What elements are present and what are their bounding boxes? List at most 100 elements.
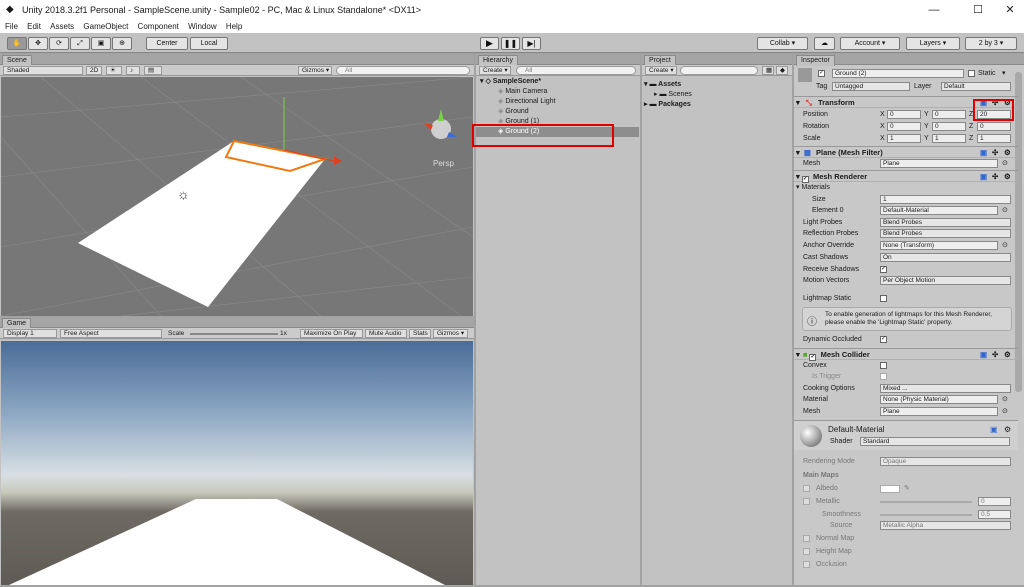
help-icon[interactable]: ▣: [980, 171, 987, 182]
light-probes-dropdown[interactable]: Blend Probes: [880, 218, 1011, 227]
audio-icon[interactable]: ♪: [126, 66, 140, 75]
settings-gear-icon[interactable]: ⚙: [1004, 147, 1011, 158]
rotation-x-field[interactable]: 0: [887, 122, 921, 131]
scale-y-field[interactable]: 1: [932, 134, 966, 143]
scale-x-field[interactable]: 1: [887, 134, 921, 143]
menu-component[interactable]: Component: [138, 20, 179, 33]
scene-gizmos-dropdown[interactable]: Gizmos ▾: [298, 66, 332, 75]
settings-gear-icon[interactable]: ⚙: [1004, 425, 1011, 434]
shading-dropdown[interactable]: Shaded: [3, 66, 83, 75]
normal-map-slot[interactable]: [803, 535, 810, 542]
project-assets[interactable]: ▾ ▬ Assets: [642, 80, 790, 90]
receive-shadows-checkbox[interactable]: ✓: [880, 266, 887, 273]
cooking-options-dropdown[interactable]: Mixed ...: [880, 384, 1011, 393]
eyedropper-icon[interactable]: ✎: [904, 483, 910, 494]
mesh-filter-header[interactable]: ▾ ▦ Plane (Mesh Filter) ▣ ✣ ⚙: [794, 146, 1018, 158]
close-button[interactable]: ✕: [994, 0, 1024, 20]
mesh-collider-header[interactable]: ▾ ■ ✓ Mesh Collider ▣ ✣ ⚙: [794, 348, 1018, 361]
materials-row[interactable]: ▾ Materials: [794, 182, 1018, 193]
rendering-mode-dropdown[interactable]: Opaque: [880, 457, 1011, 466]
maximize-button[interactable]: ☐: [962, 0, 994, 20]
height-map-slot[interactable]: [803, 548, 810, 555]
transform-tool-icon[interactable]: ⊕: [112, 37, 132, 50]
collider-mesh-field[interactable]: Plane: [880, 407, 998, 416]
smoothness-slider[interactable]: [880, 514, 972, 516]
menu-edit[interactable]: Edit: [27, 20, 41, 33]
position-x-field[interactable]: 0: [887, 110, 921, 119]
lightmap-static-checkbox[interactable]: [880, 295, 887, 302]
move-tool-icon[interactable]: ✥: [28, 37, 48, 50]
size-field[interactable]: 1: [880, 195, 1011, 204]
step-button[interactable]: ▶|: [522, 37, 541, 50]
convex-checkbox[interactable]: [880, 362, 887, 369]
game-gizmos-dropdown[interactable]: Gizmos ▾: [433, 329, 468, 338]
label-icon[interactable]: ◆: [776, 66, 788, 75]
reflection-probes-dropdown[interactable]: Blend Probes: [880, 229, 1011, 238]
help-icon[interactable]: ▣: [980, 349, 987, 360]
mesh-renderer-header[interactable]: ▾ ✓ Mesh Renderer ▣ ✣ ⚙: [794, 170, 1018, 183]
anchor-override-field[interactable]: None (Transform): [880, 241, 998, 250]
rotation-y-field[interactable]: 0: [932, 122, 966, 131]
tag-dropdown[interactable]: Untagged: [832, 82, 910, 91]
pause-button[interactable]: ❚❚: [501, 37, 520, 50]
pivot-local-button[interactable]: Local: [190, 37, 228, 50]
object-picker-icon[interactable]: ⊙: [1002, 205, 1008, 216]
menu-file[interactable]: File: [5, 20, 18, 33]
shader-dropdown[interactable]: Standard: [860, 437, 1010, 446]
is-trigger-checkbox[interactable]: [880, 373, 887, 380]
albedo-color-swatch[interactable]: [880, 485, 900, 493]
display-dropdown[interactable]: Display 1: [3, 329, 57, 338]
collider-material-field[interactable]: None (Physic Material): [880, 395, 998, 404]
hierarchy-item-directional-light[interactable]: ◈ Directional Light: [476, 97, 639, 107]
pivot-center-button[interactable]: Center: [146, 37, 188, 50]
cloud-icon[interactable]: ☁: [814, 37, 835, 50]
project-packages[interactable]: ▸ ▬ Packages: [642, 100, 790, 110]
play-button[interactable]: ▶: [480, 37, 499, 50]
cast-shadows-dropdown[interactable]: On: [880, 253, 1011, 262]
effects-icon[interactable]: ▤: [144, 66, 162, 75]
collab-button[interactable]: Collab ▾: [757, 37, 808, 50]
scale-tool-icon[interactable]: ⤢: [70, 37, 90, 50]
layers-dropdown[interactable]: Layers ▾: [906, 37, 960, 50]
dynamic-occluded-checkbox[interactable]: ✓: [880, 336, 887, 343]
scale-z-field[interactable]: 1: [977, 134, 1011, 143]
object-picker-icon[interactable]: ⊙: [1002, 394, 1008, 405]
preset-icon[interactable]: ✣: [992, 171, 998, 182]
persp-label[interactable]: Persp: [433, 159, 454, 168]
maximize-on-play-toggle[interactable]: Maximize On Play: [300, 329, 363, 338]
hierarchy-item-main-camera[interactable]: ◈ Main Camera: [476, 87, 639, 97]
hierarchy-create-dropdown[interactable]: Create ▾: [479, 66, 511, 75]
help-icon[interactable]: ▣: [990, 425, 998, 434]
hierarchy-item-ground[interactable]: ◈ Ground: [476, 107, 639, 117]
mesh-field[interactable]: Plane: [880, 159, 998, 168]
scene-viewport[interactable]: ☼ Persp: [0, 76, 474, 317]
metallic-slider[interactable]: [880, 501, 972, 503]
scene-root[interactable]: ▾ ◇ SampleScene*: [476, 77, 639, 87]
motion-vectors-dropdown[interactable]: Per Object Motion: [880, 276, 1011, 285]
object-picker-icon[interactable]: ⊙: [1002, 406, 1008, 417]
active-checkbox[interactable]: ✓: [818, 70, 825, 77]
smoothness-field[interactable]: 0.5: [978, 510, 1011, 519]
metallic-texture-slot[interactable]: [803, 498, 810, 505]
filter-icon[interactable]: ▦: [762, 66, 774, 75]
help-icon[interactable]: ▣: [980, 147, 987, 158]
orientation-gizmo[interactable]: [423, 109, 457, 139]
object-picker-icon[interactable]: ⊙: [1002, 158, 1008, 169]
rotate-tool-icon[interactable]: ⟳: [49, 37, 69, 50]
menu-assets[interactable]: Assets: [50, 20, 74, 33]
static-dropdown[interactable]: ▾: [1002, 69, 1006, 77]
preset-icon[interactable]: ✣: [992, 349, 998, 360]
settings-gear-icon[interactable]: ⚙: [1004, 349, 1011, 360]
static-checkbox[interactable]: [968, 70, 975, 77]
layer-dropdown[interactable]: Default: [941, 82, 1011, 91]
preset-icon[interactable]: ✣: [992, 147, 998, 158]
settings-gear-icon[interactable]: ⚙: [1004, 171, 1011, 182]
position-y-field[interactable]: 0: [932, 110, 966, 119]
rect-tool-icon[interactable]: ▣: [91, 37, 111, 50]
rotation-z-field[interactable]: 0: [977, 122, 1011, 131]
project-scenes[interactable]: ▸ ▬ Scenes: [642, 90, 780, 100]
element0-field[interactable]: Default-Material: [880, 206, 998, 215]
account-dropdown[interactable]: Account ▾: [840, 37, 900, 50]
tab-inspector[interactable]: Inspector: [796, 55, 835, 66]
aspect-dropdown[interactable]: Free Aspect: [60, 329, 162, 338]
